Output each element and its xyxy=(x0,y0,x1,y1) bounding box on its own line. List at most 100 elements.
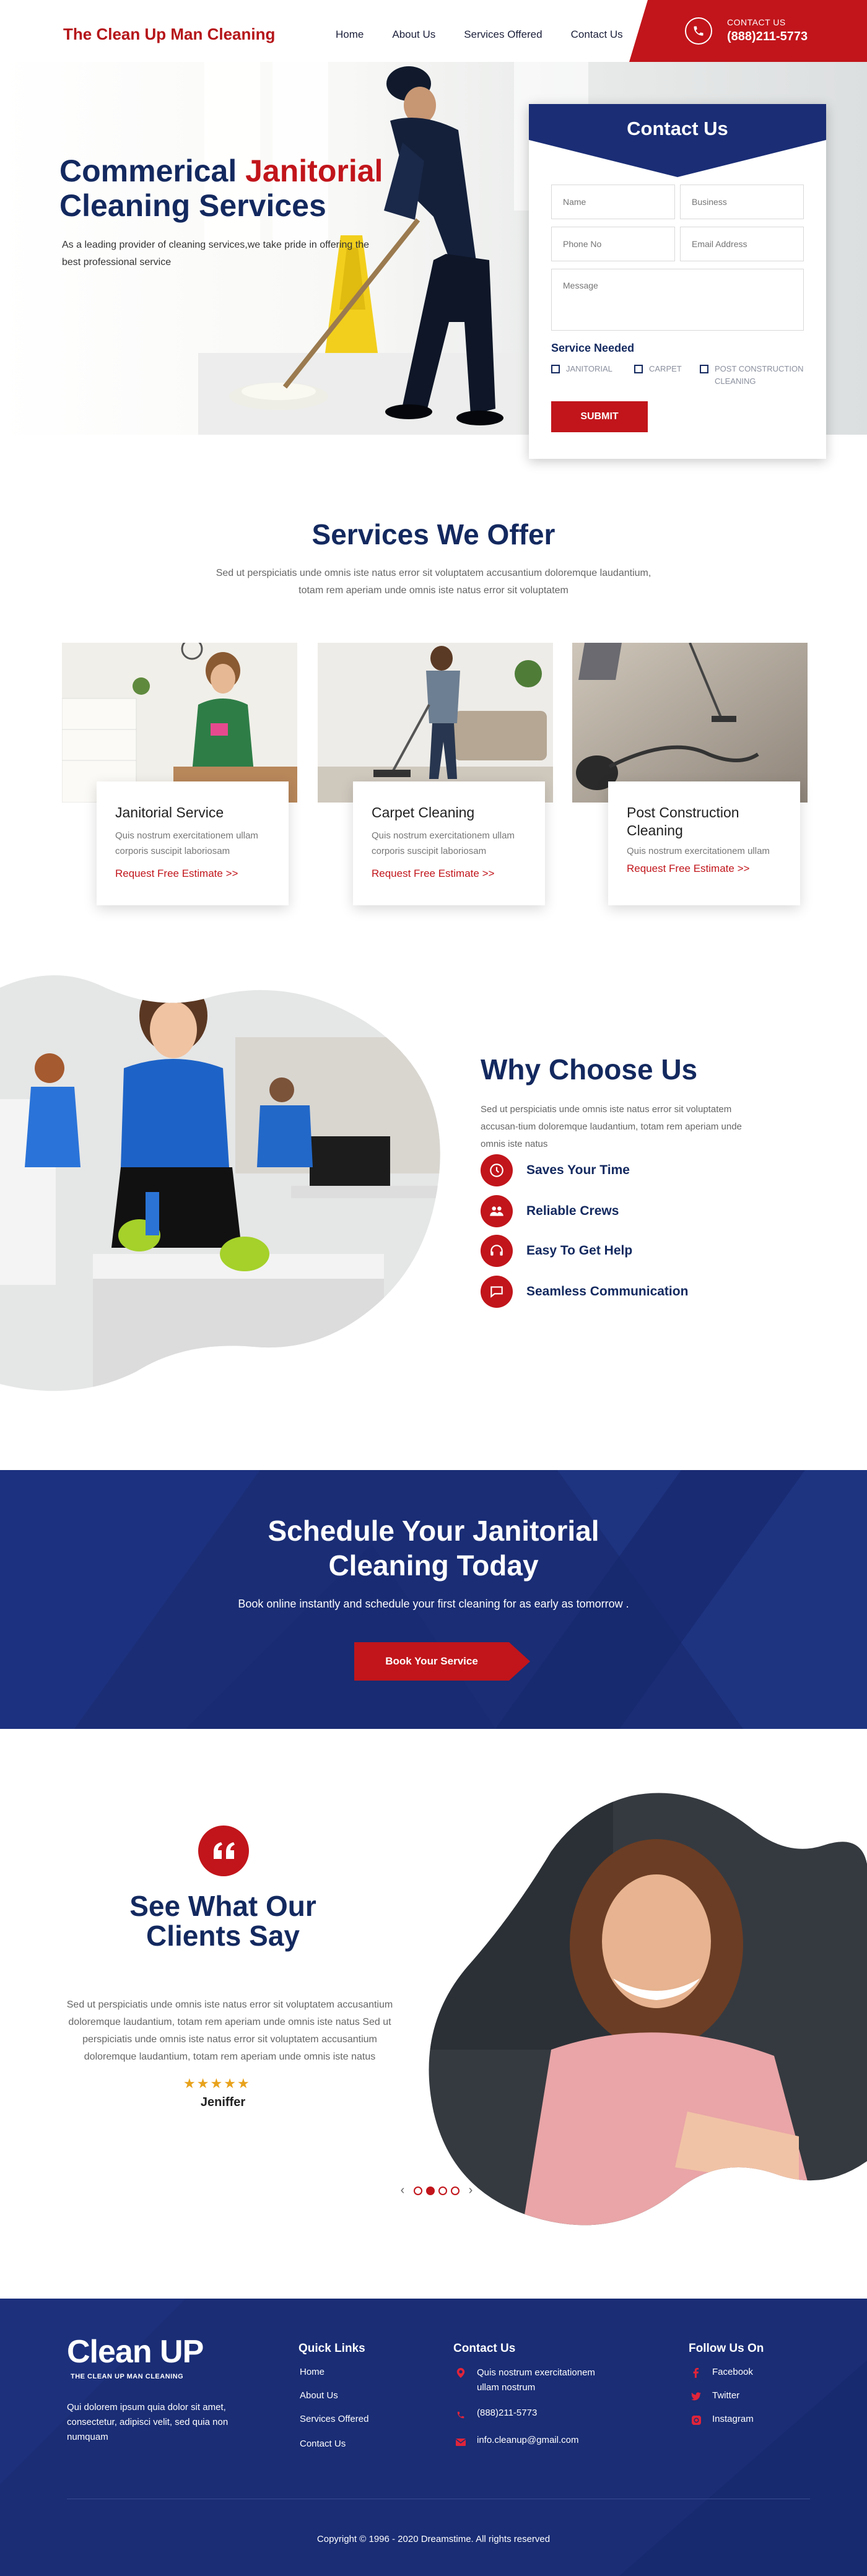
request-estimate-link[interactable]: Request Free Estimate >> xyxy=(372,868,526,880)
footer-link-contact[interactable]: Contact Us xyxy=(300,2439,346,2449)
janitorial-service-image xyxy=(62,643,297,803)
email-field[interactable] xyxy=(680,227,804,261)
form-header-banner xyxy=(529,104,826,177)
footer-about-text: Qui dolorem ipsum quia dolor sit amet, c… xyxy=(67,2402,229,2442)
footer-instagram-link[interactable]: Instagram xyxy=(712,2414,754,2424)
twitter-icon[interactable] xyxy=(691,2391,701,2401)
why-title: Why Choose Us xyxy=(481,1053,698,1086)
email-icon xyxy=(456,2437,466,2447)
footer-link-services[interactable]: Services Offered xyxy=(300,2414,368,2424)
testimonial-title-line2: Clients Say xyxy=(146,1920,300,1952)
site-logo[interactable]: The Clean Up Man Cleaning xyxy=(63,25,275,44)
footer-address: Quis nostrum exercitationem ullam nostru… xyxy=(477,2367,595,2393)
quick-links-title: Quick Links xyxy=(298,2342,365,2355)
carpet-checkbox[interactable]: CARPET xyxy=(634,363,682,375)
checkbox-box[interactable] xyxy=(634,365,643,373)
quote-icon xyxy=(198,1825,249,1876)
footer-phone[interactable]: (888)211-5773 xyxy=(477,2408,537,2418)
carpet-cleaning-image xyxy=(318,643,553,803)
message-field[interactable] xyxy=(551,269,804,331)
chevron-right-icon[interactable]: › xyxy=(464,2183,477,2198)
why-item-reliable-crews: Reliable Crews xyxy=(481,1195,619,1227)
service-needed-label: Service Needed xyxy=(551,342,635,354)
janitorial-checkbox[interactable]: JANITORIAL xyxy=(551,363,612,375)
why-description: Sed ut perspiciatis unde omnis iste natu… xyxy=(481,1104,742,1149)
nav-about[interactable]: About Us xyxy=(392,28,435,41)
facebook-icon[interactable] xyxy=(691,2368,701,2378)
slider-dot[interactable] xyxy=(438,2186,447,2195)
nav-contact[interactable]: Contact Us xyxy=(571,28,623,41)
schedule-section: Schedule Your Janitorial Cleaning Today … xyxy=(0,1470,867,1729)
name-field[interactable] xyxy=(551,185,675,219)
chevron-left-icon[interactable]: ‹ xyxy=(396,2183,409,2198)
form-title: Contact Us xyxy=(627,118,728,139)
schedule-title-line2: Cleaning Today xyxy=(328,1549,539,1582)
main-nav: Home About Us Services Offered Contact U… xyxy=(336,28,651,41)
service-card-text: Quis nostrum exercitationem ullam corpor… xyxy=(372,830,515,856)
service-card: Carpet Cleaning Quis nostrum exercitatio… xyxy=(353,781,545,905)
rating-stars: ★★★★★ xyxy=(183,2076,251,2092)
schedule-title: Schedule Your Janitorial Cleaning Today xyxy=(0,1513,867,1583)
star-icon: ★ xyxy=(183,2076,197,2091)
footer-facebook-link[interactable]: Facebook xyxy=(712,2367,753,2377)
slider-dot[interactable] xyxy=(426,2186,435,2195)
contact-form-card: Contact Us Service Needed JANITORIAL CAR… xyxy=(529,104,826,459)
nav-home[interactable]: Home xyxy=(336,28,364,41)
services-title: Services We Offer xyxy=(312,518,555,550)
footer-twitter-link[interactable]: Twitter xyxy=(712,2390,739,2401)
why-item-label: Easy To Get Help xyxy=(526,1243,633,1258)
site-footer: Clean UP THE CLEAN UP MAN CLEANING Qui d… xyxy=(0,2299,867,2576)
star-icon: ★ xyxy=(224,2076,237,2091)
book-service-button[interactable]: Book Your Service xyxy=(354,1642,530,1681)
follow-us-title: Follow Us On xyxy=(689,2342,764,2355)
footer-contact-title: Contact Us xyxy=(453,2342,516,2355)
testimonial-name: Jeniffer xyxy=(200,2095,246,2109)
phone-icon xyxy=(685,17,712,45)
why-item-easy-help: Easy To Get Help xyxy=(481,1235,632,1267)
phone-icon xyxy=(456,2410,466,2420)
footer-email[interactable]: info.cleanup@gmail.com xyxy=(477,2435,578,2445)
star-icon: ★ xyxy=(210,2076,224,2091)
business-field[interactable] xyxy=(680,185,804,219)
post-construction-checkbox[interactable]: POST CONSTRUCTION CLEANING xyxy=(700,363,811,388)
instagram-icon[interactable] xyxy=(691,2415,701,2425)
service-card-text: Quis nostrum exercitationem ullam xyxy=(627,846,770,856)
request-estimate-link[interactable]: Request Free Estimate >> xyxy=(627,863,782,875)
header-phone-box[interactable]: CONTACT US (888)211-5773 xyxy=(629,0,867,62)
schedule-title-line1: Schedule Your Janitorial xyxy=(268,1515,599,1547)
service-card: Post Construction Cleaning Quis nostrum … xyxy=(608,781,800,905)
checkbox-box[interactable] xyxy=(700,365,708,373)
services-description: Sed ut perspiciatis unde omnis iste natu… xyxy=(216,568,651,596)
hero-subtitle: As a leading provider of cleaning servic… xyxy=(62,240,369,268)
slider-dot[interactable] xyxy=(414,2186,422,2195)
cleaning-staff-image xyxy=(0,975,440,1391)
star-icon: ★ xyxy=(237,2076,251,2091)
client-photo xyxy=(429,1793,867,2226)
book-service-label: Book Your Service xyxy=(385,1655,478,1667)
testimonial-title-line1: See What Our xyxy=(129,1890,316,1922)
request-estimate-link[interactable]: Request Free Estimate >> xyxy=(115,868,270,880)
nav-services[interactable]: Services Offered xyxy=(464,28,542,41)
slider-dot[interactable] xyxy=(451,2186,460,2195)
why-item-label: Seamless Communication xyxy=(526,1284,689,1299)
header-phone-number[interactable]: (888)211-5773 xyxy=(727,30,808,44)
checkbox-box[interactable] xyxy=(551,365,560,373)
footer-link-about[interactable]: About Us xyxy=(300,2390,338,2401)
why-item-communication: Seamless Communication xyxy=(481,1276,688,1308)
footer-logo[interactable]: Clean UP xyxy=(67,2333,204,2370)
footer-link-home[interactable]: Home xyxy=(300,2367,325,2377)
post-construction-image xyxy=(572,643,808,803)
why-item-saves-time: Saves Your Time xyxy=(481,1154,630,1186)
testimonial-title: See What Our Clients Say xyxy=(62,1891,384,1951)
slider-dots xyxy=(414,2186,460,2195)
testimonial-slider-controls: ‹ › xyxy=(396,2183,477,2198)
crew-icon xyxy=(481,1195,513,1227)
footer-logo-subtitle: THE CLEAN UP MAN CLEANING xyxy=(71,2373,184,2380)
service-card-title: Janitorial Service xyxy=(115,804,224,820)
phone-field[interactable] xyxy=(551,227,675,261)
schedule-subtitle: Book online instantly and schedule your … xyxy=(238,1598,629,1610)
submit-button[interactable]: SUBMIT xyxy=(551,401,648,432)
why-item-label: Reliable Crews xyxy=(526,1204,619,1218)
contact-label: CONTACT US xyxy=(727,17,786,27)
help-icon xyxy=(481,1235,513,1267)
